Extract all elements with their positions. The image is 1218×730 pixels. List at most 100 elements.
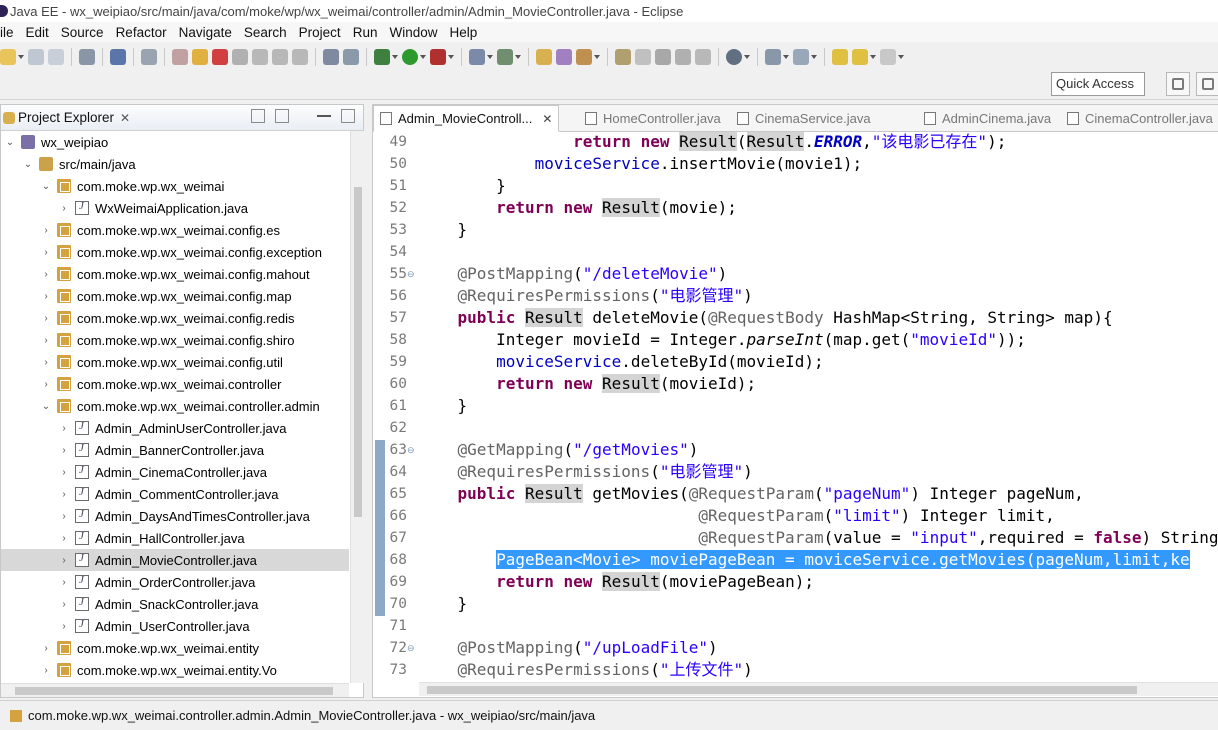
quick-access-input[interactable]: Quick Access [1051,72,1145,96]
step-into-icon[interactable] [252,49,268,65]
editor-tab[interactable]: AdminCinema.java [924,105,1051,132]
tree-item[interactable]: › Admin_OrderController.java [1,571,349,593]
tree-item[interactable]: › com.moke.wp.wx_weimai.controller [1,373,349,395]
debug-icon[interactable] [374,49,390,65]
format-icon[interactable] [695,49,711,65]
code-area[interactable]: return new Result(Result.ERROR,"该电影已存在")… [419,132,1218,682]
code-line[interactable]: @PostMapping("/upLoadFile") [419,637,1218,659]
chevron-right-icon[interactable]: › [59,621,69,632]
tree-item[interactable]: › Admin_SnackController.java [1,593,349,615]
step-over-icon[interactable] [272,49,288,65]
chevron-down-icon[interactable]: ⌄ [23,159,33,170]
code-line[interactable]: } [419,395,1218,417]
chevron-right-icon[interactable]: › [59,511,69,522]
chevron-right-icon[interactable]: › [59,533,69,544]
search-icon[interactable] [576,49,592,65]
chevron-right-icon[interactable]: › [41,291,51,302]
chevron-right-icon[interactable]: › [41,335,51,346]
tree-item[interactable]: ⌄ com.moke.wp.wx_weimai [1,175,349,197]
annotation-icon[interactable] [615,49,631,65]
menu-item[interactable]: Navigate [173,25,238,40]
editor-horizontal-scrollbar[interactable] [419,682,1218,696]
tree-item[interactable]: ⌄ wx_weipiao [1,131,349,153]
chevron-right-icon[interactable]: › [59,555,69,566]
tree-item[interactable]: › com.moke.wp.wx_weimai.config.util [1,351,349,373]
suspend-icon[interactable] [192,49,208,65]
code-line[interactable]: @RequiresPermissions("电影管理") [419,285,1218,307]
editor-tab[interactable]: HomeController.java [585,105,721,132]
code-line[interactable]: public Result getMovies(@RequestParam("p… [419,483,1218,505]
tree-item[interactable]: › Admin_MovieController.java [1,549,349,571]
code-line[interactable]: @PostMapping("/deleteMovie") [419,263,1218,285]
editor-tab[interactable]: CinemaController.java [1067,105,1213,132]
open-perspective-icon[interactable] [1166,72,1190,96]
chevron-right-icon[interactable]: › [59,489,69,500]
code-line[interactable]: return new Result(moviePageBean); [419,571,1218,593]
binary-icon[interactable] [79,49,95,65]
forward-icon[interactable] [880,49,896,65]
globe-icon[interactable] [726,49,742,65]
close-view-icon[interactable]: ✕ [120,111,130,125]
tree-item[interactable]: › Admin_BannerController.java [1,439,349,461]
tree-item[interactable]: ⌄ com.moke.wp.wx_weimai.controller.admin [1,395,349,417]
use-step-filters-icon[interactable] [343,49,359,65]
show-whitespace-icon[interactable] [675,49,691,65]
previous-annotation-icon[interactable] [793,49,809,65]
explorer-vertical-scrollbar[interactable] [350,131,364,683]
editor-tab[interactable]: CinemaService.java [737,105,871,132]
code-line[interactable]: @GetMapping("/getMovies") [419,439,1218,461]
save-icon[interactable] [28,49,44,65]
scroll-thumb[interactable] [427,686,1137,694]
run-icon[interactable] [402,49,418,65]
code-line[interactable] [419,241,1218,263]
tree-item[interactable]: › Admin_CommentController.java [1,483,349,505]
code-line[interactable]: return new Result(movie); [419,197,1218,219]
chevron-right-icon[interactable]: › [59,599,69,610]
resume-icon[interactable] [172,49,188,65]
chevron-right-icon[interactable]: › [59,203,69,214]
open-task-icon[interactable] [556,49,572,65]
tree-item[interactable]: › com.moke.wp.wx_weimai.config.shiro [1,329,349,351]
menu-item[interactable]: Run [347,25,384,40]
menu-item[interactable]: Edit [20,25,55,40]
chevron-right-icon[interactable]: › [41,247,51,258]
save-all-icon[interactable] [48,49,64,65]
fold-toggle-icon[interactable]: ⊖ [407,439,417,461]
drop-to-frame-icon[interactable] [323,49,339,65]
close-tab-icon[interactable]: ✕ [542,112,552,126]
code-line[interactable]: @RequestParam(value = "input",required =… [419,527,1218,549]
disconnect-icon[interactable] [232,49,248,65]
fold-toggle-icon[interactable]: ⊖ [407,637,417,659]
code-line[interactable]: @RequestParam("limit") Integer limit, [419,505,1218,527]
external-tools-icon[interactable] [430,49,446,65]
tree-item[interactable]: › com.moke.wp.wx_weimai.config.exception [1,241,349,263]
java-ee-perspective-icon[interactable] [1196,72,1218,96]
link-with-editor-icon[interactable] [275,109,289,123]
code-line[interactable]: moviceService.insertMovie(movie1); [419,153,1218,175]
chevron-right-icon[interactable]: › [59,577,69,588]
tree-item[interactable]: › WxWeimaiApplication.java [1,197,349,219]
menu-item[interactable]: Search [238,25,293,40]
menu-item[interactable]: Project [293,25,347,40]
chevron-right-icon[interactable]: › [41,225,51,236]
terminate-icon[interactable] [212,49,228,65]
tree-item[interactable]: › com.moke.wp.wx_weimai.entity [1,637,349,659]
tree-item[interactable]: › Admin_CinemaController.java [1,461,349,483]
code-line[interactable] [419,615,1218,637]
back-icon[interactable] [852,49,868,65]
code-line[interactable]: @RequiresPermissions("上传文件") [419,659,1218,681]
tree-item[interactable]: › com.moke.wp.wx_weimai.entity.Vo [1,659,349,681]
minimize-icon[interactable] [317,115,331,117]
explorer-horizontal-scrollbar[interactable] [1,683,349,697]
tree-item[interactable]: › com.moke.wp.wx_weimai.config.mahout [1,263,349,285]
step-return-icon[interactable] [292,49,308,65]
menu-item[interactable]: Window [383,25,443,40]
menu-item[interactable]: Help [443,25,483,40]
chevron-right-icon[interactable]: › [41,665,51,676]
new-icon[interactable] [0,49,16,65]
chevron-down-icon[interactable]: ⌄ [41,401,51,412]
chevron-right-icon[interactable]: › [41,313,51,324]
chevron-right-icon[interactable]: › [41,357,51,368]
chevron-right-icon[interactable]: › [59,445,69,456]
chevron-right-icon[interactable]: › [41,643,51,654]
